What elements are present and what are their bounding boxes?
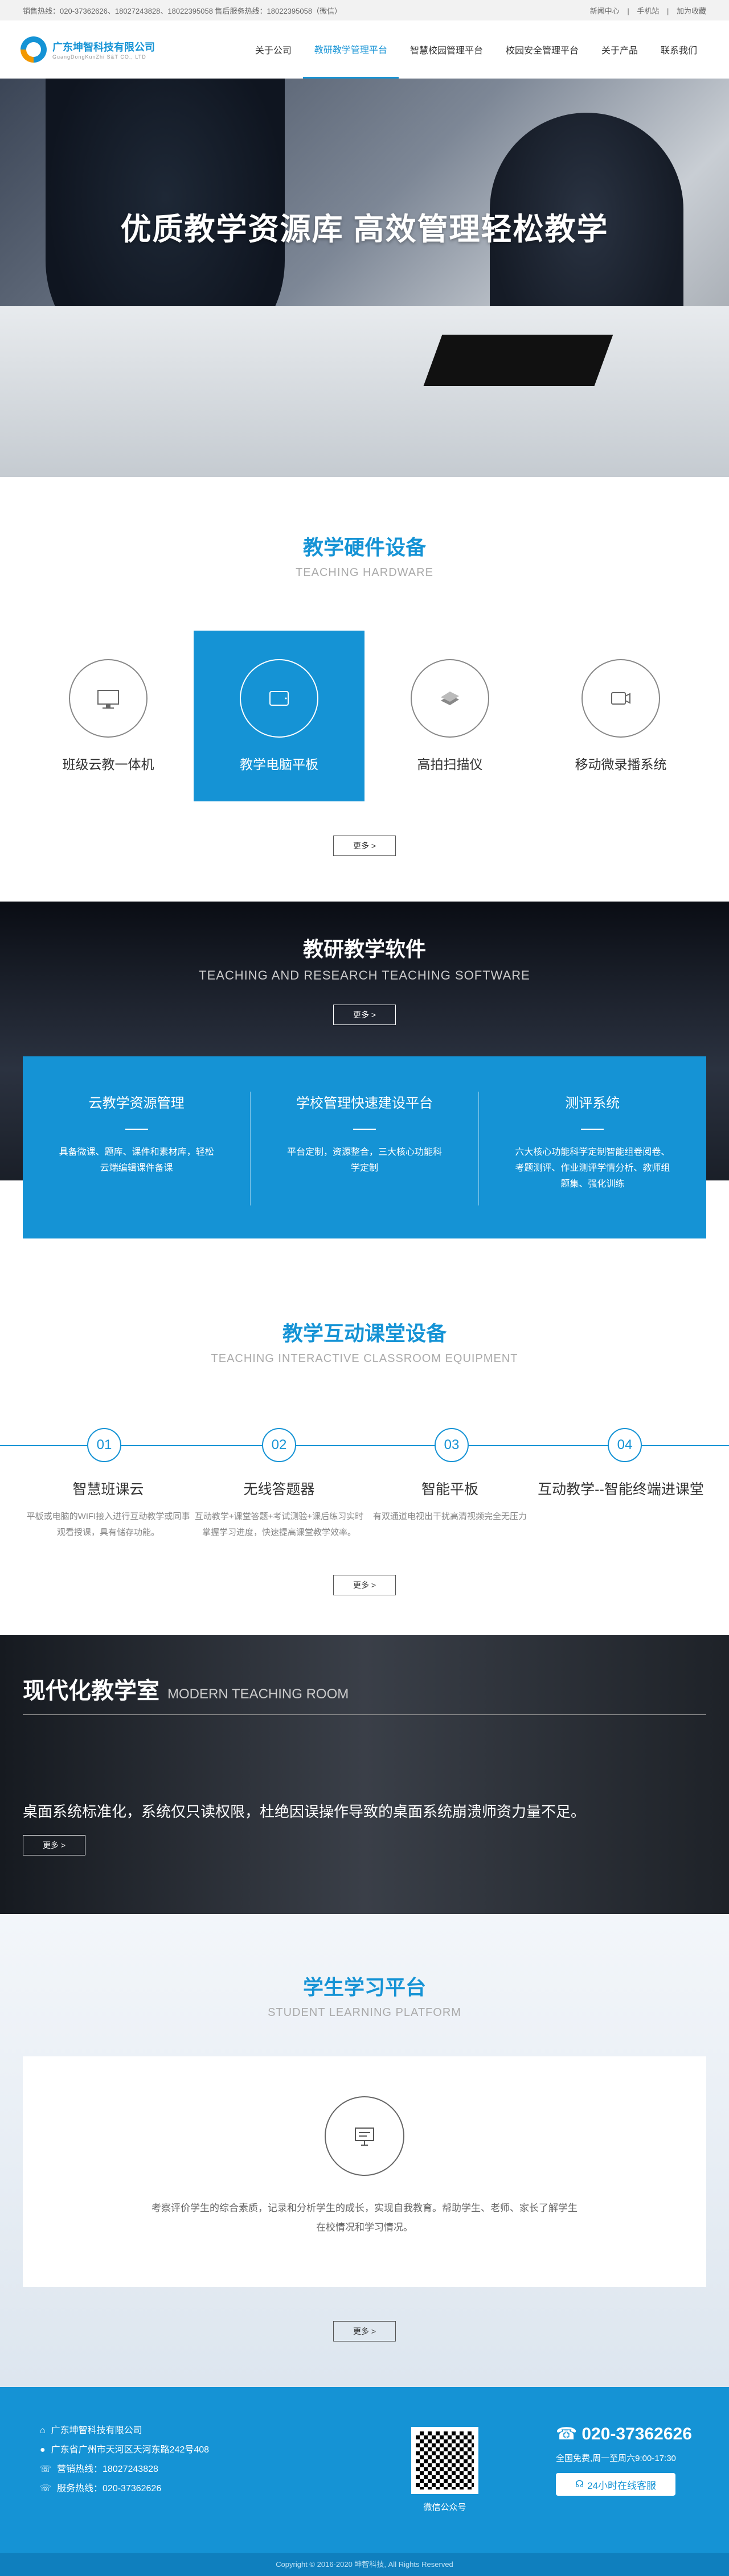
qr-label: 微信公众号 — [423, 2503, 466, 2512]
section-title: 学生学习平台 — [302, 1976, 426, 1999]
nav-smart-campus[interactable]: 智慧校园管理平台 — [399, 20, 494, 79]
interactive-section: 教学互动课堂设备 TEACHING INTERACTIVE CLASSROOM … — [0, 1260, 729, 1635]
more-button[interactable]: 更多 > — [333, 2321, 396, 2342]
nav-teaching-platform[interactable]: 教研教学管理平台 — [302, 20, 399, 79]
step-item: 智能平板 有双通道电视出干扰高清视频完全无压力 — [372, 1482, 527, 1521]
nav-about[interactable]: 关于公司 — [244, 20, 303, 79]
section-title: 教学硬件设备 — [302, 536, 426, 559]
step-item: 无线答题器 互动教学+课堂答题+考试测验+课后练习实时掌握学习进度，快速提高课堂… — [194, 1482, 364, 1537]
software-section: 教研教学软件 TEACHING AND RESEARCH TEACHING SO… — [0, 902, 729, 1260]
footer-info: ⌂ 广东坤智科技有限公司 ● 广东省广州市天河区天河东路242号408 ☏ 营销热线：… — [40, 2421, 209, 2499]
link-favorite[interactable]: 加为收藏 — [677, 7, 706, 15]
home-icon: ⌂ — [40, 2426, 46, 2435]
camera-icon — [611, 692, 630, 705]
student-card: 考察评价学生的综合素质，记录和分析学生的成长，实现自我教育。帮助学生、老师、家长… — [23, 2056, 706, 2287]
section-title: 教研教学软件 — [302, 937, 426, 961]
hardware-item-label: 移动微录播系统 — [575, 757, 667, 772]
section-title: 现代化教学室 — [23, 1678, 159, 1703]
phone-icon: ☏ — [40, 2484, 52, 2493]
phone-icon: ☏ — [40, 2464, 52, 2474]
hardware-item-allinone[interactable]: 班级云教一体机 — [23, 631, 194, 801]
timeline: 01 02 03 04 — [0, 1428, 729, 1462]
presentation-icon — [355, 2128, 374, 2146]
modern-room-section: 现代化教学室 MODERN TEACHING ROOM 桌面系统标准化，系统仅只… — [0, 1635, 729, 1914]
logo-cn: 广东坤智科技有限公司 — [52, 42, 155, 53]
hotline-text: 销售热线：020-37362626、18027243828、1802239505… — [23, 6, 342, 15]
link-mobile[interactable]: 手机站 — [637, 7, 659, 15]
location-icon: ● — [40, 2445, 46, 2455]
hardware-section: 教学硬件设备 TEACHING HARDWARE 班级云教一体机 教学电脑平板 … — [0, 477, 729, 902]
step-number[interactable]: 04 — [608, 1428, 642, 1462]
online-service-button[interactable]: ☊ 24小时在线客服 — [556, 2473, 675, 2496]
monitor-icon — [97, 690, 119, 709]
headset-icon: ☊ — [575, 2479, 584, 2489]
hardware-item-recorder[interactable]: 移动微录播系统 — [535, 631, 706, 801]
hero-title: 优质教学资源库 高效管理轻松教学 — [120, 212, 609, 246]
qr-code — [411, 2427, 478, 2494]
hero-photo-desk — [0, 306, 729, 477]
section-subtitle: TEACHING INTERACTIVE CLASSROOM EQUIPMENT — [211, 1352, 518, 1365]
section-subtitle: STUDENT LEARNING PLATFORM — [268, 2006, 461, 2019]
nav-campus-safety[interactable]: 校园安全管理平台 — [494, 20, 590, 79]
hardware-item-label: 班级云教一体机 — [62, 757, 154, 772]
section-subtitle: TEACHING HARDWARE — [296, 566, 433, 579]
more-button[interactable]: 更多 > — [333, 1005, 396, 1025]
hardware-item-tablet[interactable]: 教学电脑平板 — [194, 631, 364, 801]
link-news[interactable]: 新闻中心 — [590, 7, 620, 15]
hero-photo-keyboard — [423, 335, 613, 386]
nav-products[interactable]: 关于产品 — [590, 20, 649, 79]
step-number[interactable]: 01 — [87, 1428, 121, 1462]
more-button[interactable]: 更多 > — [333, 836, 396, 856]
section-title: 教学互动课堂设备 — [282, 1322, 447, 1345]
more-button[interactable]: 更多 > — [23, 1835, 85, 1855]
section-desc: 考察评价学生的综合素质，记录和分析学生的成长，实现自我教育。帮助学生、老师、家长… — [151, 2203, 578, 2233]
header: 广东坤智科技有限公司 GuangDongKunZhi S&T CO., LTD … — [0, 20, 729, 79]
more-button[interactable]: 更多 > — [333, 1575, 396, 1595]
logo[interactable]: 广东坤智科技有限公司 GuangDongKunZhi S&T CO., LTD — [21, 36, 155, 63]
scanner-icon — [441, 692, 459, 705]
software-panel: 云教学资源管理 具备微课、题库、课件和素材库，轻松云端编辑课件备课 学校管理快速… — [23, 1056, 706, 1238]
step-number[interactable]: 03 — [435, 1428, 469, 1462]
footer: ⌂ 广东坤智科技有限公司 ● 广东省广州市天河区天河东路242号408 ☏ 营销热线：… — [0, 2387, 729, 2553]
copyright: Copyright © 2016-2020 坤智科技, All Rights R… — [0, 2553, 729, 2576]
logo-en: GuangDongKunZhi S&T CO., LTD — [52, 54, 146, 60]
top-bar: 销售热线：020-37362626、18027243828、1802239505… — [0, 0, 729, 20]
step-number[interactable]: 02 — [262, 1428, 296, 1462]
section-subtitle: MODERN TEACHING ROOM — [167, 1686, 349, 1702]
main-nav: 关于公司 教研教学管理平台 智慧校园管理平台 校园安全管理平台 关于产品 联系我… — [244, 20, 708, 79]
tablet-icon — [269, 691, 289, 706]
top-links: 新闻中心 | 手机站 | 加为收藏 — [589, 6, 706, 15]
hardware-item-scanner[interactable]: 高拍扫描仪 — [364, 631, 535, 801]
software-item-assessment[interactable]: 测评系统 六大核心功能科学定制智能组卷阅卷、考题测评、作业测评学情分析、教师组题… — [479, 1092, 706, 1205]
hardware-item-label: 教学电脑平板 — [240, 757, 318, 772]
section-subtitle: TEACHING AND RESEARCH TEACHING SOFTWARE — [199, 968, 530, 982]
step-item: 智慧班课云 平板或电脑的WIFI接入进行互动教学或同事观看授课，具有储存功能。 — [26, 1482, 190, 1537]
hero-banner: 优质教学资源库 高效管理轻松教学 — [0, 79, 729, 477]
hardware-item-label: 高拍扫描仪 — [417, 757, 483, 772]
logo-mark-icon — [21, 36, 47, 63]
student-section: 学生学习平台 STUDENT LEARNING PLATFORM 考察评价学生的… — [0, 1914, 729, 2387]
nav-contact[interactable]: 联系我们 — [649, 20, 708, 79]
step-item: 互动教学--智能终端进课堂 — [538, 1482, 704, 1497]
software-item-school-platform[interactable]: 学校管理快速建设平台 平台定制，资源整合，三大核心功能科学定制 — [251, 1092, 479, 1205]
footer-contact: ☎ 020-37362626 全国免费,周一至周六9:00-17:30 ☊ 24小时… — [556, 2424, 692, 2496]
section-desc: 桌面系统标准化，系统仅只读权限，杜绝因误操作导致的桌面系统崩溃师资力量不足。 — [23, 1803, 586, 1820]
phone-icon: ☎ — [556, 2425, 578, 2443]
software-item-resources[interactable]: 云教学资源管理 具备微课、题库、课件和素材库，轻松云端编辑课件备课 — [23, 1092, 251, 1205]
